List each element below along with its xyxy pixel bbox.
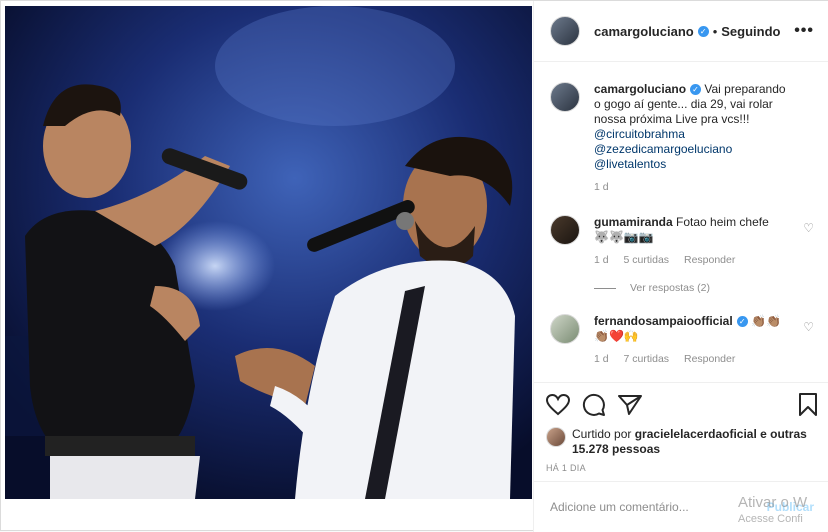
liked-by: Curtido por gracielelacerdaoficial e out… (546, 427, 818, 457)
post-actions: Curtido por gracielelacerdaoficial e out… (534, 382, 828, 473)
post-sidebar: camargoluciano ✓ • Seguindo ••• camargol… (533, 1, 828, 532)
liked-by-user[interactable]: gracielelacerdaoficial (635, 427, 757, 441)
mention-link[interactable]: @livetalentos (594, 157, 794, 172)
share-send-icon[interactable] (618, 394, 642, 416)
watermark-line1: Ativar o W (738, 494, 808, 511)
replies-divider (594, 287, 616, 289)
caption-time: 1 d (594, 181, 609, 193)
reply-button[interactable]: Responder (684, 353, 735, 365)
comment-likes[interactable]: 7 curtidas (624, 353, 670, 365)
concert-photo (5, 6, 532, 499)
mention-link[interactable]: @circuitobrahma (594, 127, 794, 142)
comment-like-heart-icon[interactable]: ♡ (803, 320, 814, 334)
liker-avatar[interactable] (546, 427, 566, 447)
comment-time: 1 d (594, 254, 609, 266)
author-username[interactable]: camargoluciano (594, 24, 694, 39)
commenter-avatar[interactable] (550, 215, 580, 245)
save-bookmark-icon[interactable] (798, 393, 818, 417)
comment-likes[interactable]: 5 curtidas (624, 254, 670, 266)
more-options-icon[interactable]: ••• (794, 22, 814, 40)
like-heart-icon[interactable] (546, 394, 570, 416)
comment-like-heart-icon[interactable]: ♡ (803, 221, 814, 235)
comments-list[interactable]: camargoluciano ✓ Vai preparando o gogo aí… (534, 62, 828, 382)
windows-activation-watermark: Ativar o W Acesse Confi (738, 495, 807, 527)
comment-emoji: 🐺🐺📷📷 (594, 230, 654, 244)
verified-badge-icon: ✓ (697, 25, 709, 37)
mention-link[interactable]: @zezedicamargoeluciano (594, 142, 794, 157)
comment-meta: 1 d 5 curtidas Responder (594, 253, 794, 268)
follow-status[interactable]: Seguindo (721, 24, 780, 39)
action-icons (546, 391, 818, 419)
view-replies-label: Ver respostas (2) (630, 282, 710, 294)
view-replies-button[interactable]: Ver respostas (2) (594, 282, 814, 294)
reply-button[interactable]: Responder (684, 254, 735, 266)
comment-meta: 1 d 7 curtidas Responder (594, 352, 794, 367)
post-header: camargoluciano ✓ • Seguindo ••• (534, 1, 828, 62)
comment-emoji-inline: 👏🏽👏🏽 (751, 314, 781, 328)
author-avatar[interactable] (550, 16, 580, 46)
post-time-ago[interactable]: HÁ 1 DIA (546, 463, 818, 473)
comment-time: 1 d (594, 353, 609, 365)
comment-item: fernandosampaioofficial ✓ 👏🏽👏🏽 👏🏽❤️🙌 1 d … (550, 314, 814, 367)
commenter-avatar[interactable] (550, 314, 580, 344)
caption: camargoluciano ✓ Vai preparando o gogo aí… (550, 82, 814, 195)
separator-dot: • (712, 23, 718, 39)
comment-bubble-icon[interactable] (582, 393, 606, 417)
liked-by-prefix: Curtido por (572, 427, 632, 441)
instagram-post-modal: camargoluciano ✓ • Seguindo ••• camargol… (0, 0, 828, 532)
caption-meta: 1 d (594, 180, 794, 195)
post-photo[interactable] (5, 6, 532, 499)
caption-avatar[interactable] (550, 82, 580, 112)
add-comment-input[interactable]: Adicione um comentário... (550, 500, 689, 514)
comment-text: Fotao heim chefe (676, 215, 769, 229)
commenter-username[interactable]: gumamiranda (594, 215, 673, 229)
comment-text: 👏🏽❤️🙌 (594, 329, 639, 343)
watermark-line2: Acesse Confi (738, 513, 803, 525)
caption-username[interactable]: camargoluciano (594, 82, 686, 96)
commenter-username[interactable]: fernandosampaioofficial (594, 314, 733, 328)
verified-badge-icon: ✓ (690, 84, 702, 96)
comment-item: gumamiranda Fotao heim chefe 🐺🐺📷📷 1 d 5 … (550, 215, 814, 268)
verified-badge-icon: ✓ (736, 316, 748, 328)
